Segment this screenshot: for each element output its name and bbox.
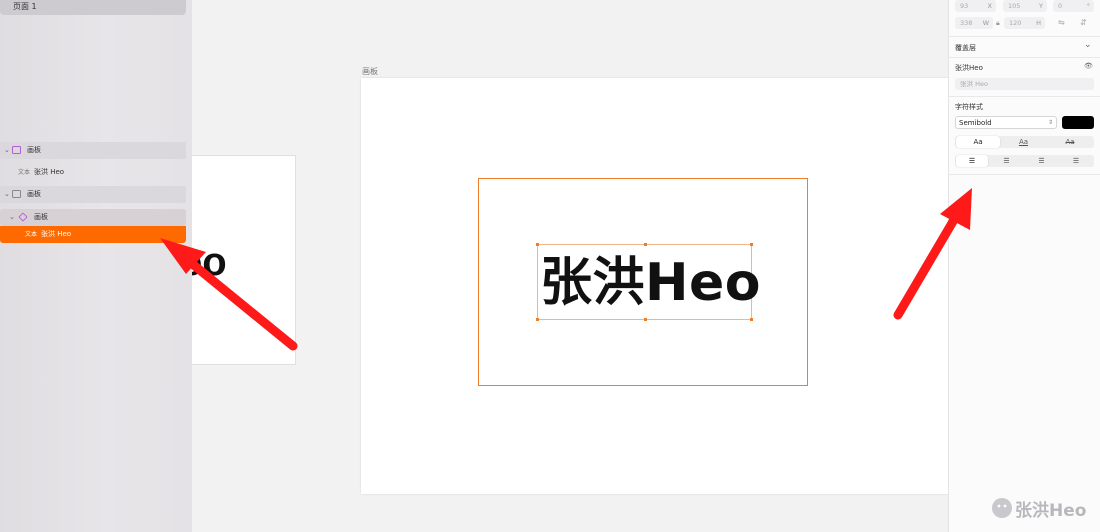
layer-label: 画板 xyxy=(27,146,41,154)
chevron-down-icon[interactable]: ⌄ xyxy=(4,186,10,203)
lock-ratio-icon[interactable]: 🔒︎ xyxy=(996,17,1000,29)
align-center-icon[interactable]: ☰ xyxy=(990,155,1023,167)
resize-handle-t[interactable] xyxy=(644,243,647,246)
rotation-suffix: ° xyxy=(1086,2,1090,10)
layer-artboard-2[interactable]: ⌄ 画板 xyxy=(0,186,186,203)
page-item[interactable]: 页面 1 xyxy=(0,0,186,15)
overlay-section-title: 覆盖层 xyxy=(955,44,976,52)
layer-type-tag: 文本 xyxy=(25,231,38,238)
chevron-down-icon[interactable]: ⌄ xyxy=(4,142,10,159)
resize-handle-b[interactable] xyxy=(644,318,647,321)
y-value: 105 xyxy=(1008,2,1021,10)
resize-handle-br[interactable] xyxy=(750,318,753,321)
x-value: 93 xyxy=(960,2,969,10)
updown-chevron-icon: ⇕ xyxy=(1047,119,1053,126)
layer-name-label: 张洪Heo xyxy=(955,64,983,72)
char-style-title: 字符样式 xyxy=(955,103,983,111)
artboard-title[interactable]: 画板 xyxy=(362,66,378,77)
layer-artboard-1[interactable]: ⌄ 画板 xyxy=(0,142,186,159)
layer-type-tag: 文本 xyxy=(18,169,31,176)
layer-name-input[interactable]: 张洪 Heo xyxy=(955,78,1094,90)
component-icon xyxy=(18,212,28,222)
divider xyxy=(949,57,1100,58)
artboard-icon xyxy=(12,146,21,154)
text-case-segmented: Aa Aa Aa xyxy=(955,136,1094,148)
align-left-icon[interactable]: ☰ xyxy=(956,155,988,167)
case-underline-button[interactable]: Aa xyxy=(1001,136,1046,148)
resize-handle-bl[interactable] xyxy=(536,318,539,321)
height-field[interactable]: 120 H xyxy=(1004,17,1045,29)
rotation-field[interactable]: 0 ° xyxy=(1053,0,1094,12)
layers-sidebar: 页面 1 ⌄ 画板 文本 张洪 Heo ⌄ 画板 ⌄ 画板 文本 张洪 Heo xyxy=(0,0,193,532)
width-value: 338 xyxy=(960,19,973,27)
rotation-value: 0 xyxy=(1058,2,1063,10)
eye-icon[interactable]: 👁︎ xyxy=(1084,62,1093,70)
height-value: 120 xyxy=(1009,19,1022,27)
x-suffix: X xyxy=(987,2,992,10)
layer-label: 张洪 Heo xyxy=(34,168,65,176)
text-align-segmented: ☰ ☰ ☰ ☰ xyxy=(955,155,1094,167)
page-label: 页面 1 xyxy=(13,2,37,11)
layer-label: 画板 xyxy=(34,213,48,221)
layer-component[interactable]: ⌄ 画板 xyxy=(0,209,186,226)
case-strikethrough-button[interactable]: Aa xyxy=(1047,136,1093,148)
align-justify-icon[interactable]: ☰ xyxy=(1059,155,1093,167)
watermark-text: 张洪Heo xyxy=(1015,501,1087,521)
layer-text-selected[interactable]: 文本 张洪 Heo xyxy=(0,226,186,243)
case-normal-button[interactable]: Aa xyxy=(956,136,1000,148)
font-weight-value: Semibold xyxy=(959,119,992,127)
font-color-swatch[interactable] xyxy=(1062,116,1094,129)
text-layer-content[interactable]: 张洪Heo xyxy=(540,248,761,318)
watermark-logo-icon xyxy=(992,498,1012,518)
resize-handle-tl[interactable] xyxy=(536,243,539,246)
divider xyxy=(949,96,1100,97)
layer-name-placeholder: 张洪 Heo xyxy=(960,80,988,88)
width-field[interactable]: 338 W xyxy=(955,17,993,29)
artboard-icon xyxy=(12,190,21,198)
artboard-preview-text: eo xyxy=(192,240,227,284)
flip-vertical-icon[interactable]: ⇵ xyxy=(1080,17,1087,29)
divider xyxy=(949,174,1100,175)
y-suffix: Y xyxy=(1039,2,1043,10)
chevron-down-icon[interactable]: ⌄ xyxy=(9,209,15,226)
font-weight-select[interactable]: Semibold ⇕ xyxy=(955,116,1057,129)
y-position-field[interactable]: 105 Y xyxy=(1003,0,1047,12)
layer-label: 张洪 Heo xyxy=(41,230,72,238)
x-position-field[interactable]: 93 X xyxy=(955,0,996,12)
align-right-icon[interactable]: ☰ xyxy=(1025,155,1058,167)
layer-label: 画板 xyxy=(27,190,41,198)
flip-horizontal-icon[interactable]: ⇋ xyxy=(1058,17,1065,29)
divider xyxy=(949,36,1100,37)
resize-handle-tr[interactable] xyxy=(750,243,753,246)
layer-text-1[interactable]: 文本 张洪 Heo xyxy=(0,164,186,181)
width-suffix: W xyxy=(982,19,989,27)
artboard-preview-left[interactable]: eo xyxy=(192,155,296,365)
height-suffix: H xyxy=(1036,19,1041,27)
chevron-down-icon[interactable]: ⌄ xyxy=(1084,40,1092,50)
